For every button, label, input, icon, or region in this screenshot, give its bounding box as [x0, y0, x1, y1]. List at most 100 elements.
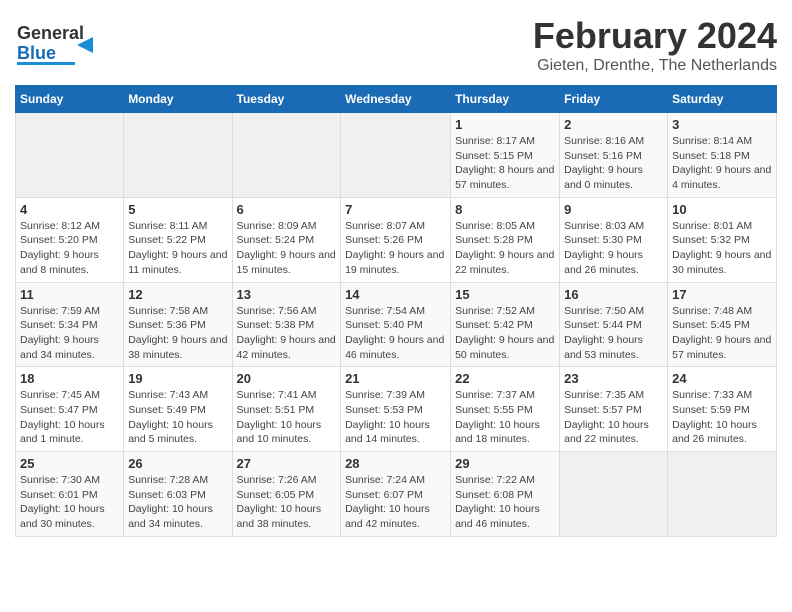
day-detail: Sunrise: 7:26 AMSunset: 6:05 PMDaylight:… [237, 473, 337, 532]
day-number: 15 [455, 287, 555, 302]
calendar-table: Sunday Monday Tuesday Wednesday Thursday… [15, 85, 777, 537]
header: General Blue February 2024 Gieten, Drent… [15, 15, 777, 75]
day-number: 13 [237, 287, 337, 302]
day-cell: 11 Sunrise: 7:59 AMSunset: 5:34 PMDaylig… [16, 282, 124, 367]
day-cell: 9 Sunrise: 8:03 AMSunset: 5:30 PMDayligh… [560, 197, 668, 282]
week-row-0: 1 Sunrise: 8:17 AMSunset: 5:15 PMDayligh… [16, 113, 777, 198]
day-number: 27 [237, 456, 337, 471]
day-detail: Sunrise: 8:01 AMSunset: 5:32 PMDaylight:… [672, 219, 772, 278]
day-number: 3 [672, 117, 772, 132]
day-number: 26 [128, 456, 227, 471]
day-detail: Sunrise: 7:59 AMSunset: 5:34 PMDaylight:… [20, 304, 119, 363]
day-number: 24 [672, 371, 772, 386]
day-detail: Sunrise: 8:11 AMSunset: 5:22 PMDaylight:… [128, 219, 227, 278]
title-area: February 2024 Gieten, Drenthe, The Nethe… [533, 15, 777, 75]
day-number: 21 [345, 371, 446, 386]
day-cell [232, 113, 341, 198]
day-detail: Sunrise: 7:48 AMSunset: 5:45 PMDaylight:… [672, 304, 772, 363]
day-number: 23 [564, 371, 663, 386]
day-detail: Sunrise: 8:03 AMSunset: 5:30 PMDaylight:… [564, 219, 663, 278]
day-detail: Sunrise: 7:30 AMSunset: 6:01 PMDaylight:… [20, 473, 119, 532]
month-title: February 2024 [533, 15, 777, 57]
day-detail: Sunrise: 8:14 AMSunset: 5:18 PMDaylight:… [672, 134, 772, 193]
day-cell: 10 Sunrise: 8:01 AMSunset: 5:32 PMDaylig… [668, 197, 777, 282]
day-number: 1 [455, 117, 555, 132]
day-number: 6 [237, 202, 337, 217]
svg-text:General: General [17, 23, 84, 43]
day-cell [124, 113, 232, 198]
day-cell: 8 Sunrise: 8:05 AMSunset: 5:28 PMDayligh… [451, 197, 560, 282]
day-number: 4 [20, 202, 119, 217]
day-cell: 19 Sunrise: 7:43 AMSunset: 5:49 PMDaylig… [124, 367, 232, 452]
col-wednesday: Wednesday [341, 86, 451, 113]
day-detail: Sunrise: 7:22 AMSunset: 6:08 PMDaylight:… [455, 473, 555, 532]
day-number: 22 [455, 371, 555, 386]
day-detail: Sunrise: 7:28 AMSunset: 6:03 PMDaylight:… [128, 473, 227, 532]
logo: General Blue [15, 15, 105, 70]
day-cell: 22 Sunrise: 7:37 AMSunset: 5:55 PMDaylig… [451, 367, 560, 452]
day-detail: Sunrise: 7:43 AMSunset: 5:49 PMDaylight:… [128, 388, 227, 447]
day-cell: 13 Sunrise: 7:56 AMSunset: 5:38 PMDaylig… [232, 282, 341, 367]
day-number: 5 [128, 202, 227, 217]
day-number: 16 [564, 287, 663, 302]
day-cell: 24 Sunrise: 7:33 AMSunset: 5:59 PMDaylig… [668, 367, 777, 452]
header-row: Sunday Monday Tuesday Wednesday Thursday… [16, 86, 777, 113]
day-cell: 23 Sunrise: 7:35 AMSunset: 5:57 PMDaylig… [560, 367, 668, 452]
day-cell: 4 Sunrise: 8:12 AMSunset: 5:20 PMDayligh… [16, 197, 124, 282]
day-detail: Sunrise: 8:17 AMSunset: 5:15 PMDaylight:… [455, 134, 555, 193]
day-number: 2 [564, 117, 663, 132]
day-cell: 3 Sunrise: 8:14 AMSunset: 5:18 PMDayligh… [668, 113, 777, 198]
day-detail: Sunrise: 7:37 AMSunset: 5:55 PMDaylight:… [455, 388, 555, 447]
week-row-4: 25 Sunrise: 7:30 AMSunset: 6:01 PMDaylig… [16, 452, 777, 537]
day-cell: 15 Sunrise: 7:52 AMSunset: 5:42 PMDaylig… [451, 282, 560, 367]
day-detail: Sunrise: 8:16 AMSunset: 5:16 PMDaylight:… [564, 134, 663, 193]
day-detail: Sunrise: 8:07 AMSunset: 5:26 PMDaylight:… [345, 219, 446, 278]
day-cell: 7 Sunrise: 8:07 AMSunset: 5:26 PMDayligh… [341, 197, 451, 282]
day-cell [560, 452, 668, 537]
day-cell: 12 Sunrise: 7:58 AMSunset: 5:36 PMDaylig… [124, 282, 232, 367]
day-detail: Sunrise: 7:41 AMSunset: 5:51 PMDaylight:… [237, 388, 337, 447]
day-cell: 29 Sunrise: 7:22 AMSunset: 6:08 PMDaylig… [451, 452, 560, 537]
day-detail: Sunrise: 7:45 AMSunset: 5:47 PMDaylight:… [20, 388, 119, 447]
day-cell: 2 Sunrise: 8:16 AMSunset: 5:16 PMDayligh… [560, 113, 668, 198]
day-detail: Sunrise: 8:12 AMSunset: 5:20 PMDaylight:… [20, 219, 119, 278]
day-number: 12 [128, 287, 227, 302]
day-detail: Sunrise: 7:35 AMSunset: 5:57 PMDaylight:… [564, 388, 663, 447]
col-sunday: Sunday [16, 86, 124, 113]
day-cell: 25 Sunrise: 7:30 AMSunset: 6:01 PMDaylig… [16, 452, 124, 537]
day-number: 19 [128, 371, 227, 386]
day-detail: Sunrise: 7:50 AMSunset: 5:44 PMDaylight:… [564, 304, 663, 363]
day-number: 25 [20, 456, 119, 471]
col-thursday: Thursday [451, 86, 560, 113]
col-tuesday: Tuesday [232, 86, 341, 113]
location-title: Gieten, Drenthe, The Netherlands [533, 57, 777, 75]
day-number: 11 [20, 287, 119, 302]
day-number: 29 [455, 456, 555, 471]
day-detail: Sunrise: 7:33 AMSunset: 5:59 PMDaylight:… [672, 388, 772, 447]
day-cell: 17 Sunrise: 7:48 AMSunset: 5:45 PMDaylig… [668, 282, 777, 367]
day-cell [668, 452, 777, 537]
day-number: 20 [237, 371, 337, 386]
day-cell: 28 Sunrise: 7:24 AMSunset: 6:07 PMDaylig… [341, 452, 451, 537]
day-detail: Sunrise: 7:56 AMSunset: 5:38 PMDaylight:… [237, 304, 337, 363]
day-cell: 21 Sunrise: 7:39 AMSunset: 5:53 PMDaylig… [341, 367, 451, 452]
day-detail: Sunrise: 7:54 AMSunset: 5:40 PMDaylight:… [345, 304, 446, 363]
day-detail: Sunrise: 7:39 AMSunset: 5:53 PMDaylight:… [345, 388, 446, 447]
day-cell: 5 Sunrise: 8:11 AMSunset: 5:22 PMDayligh… [124, 197, 232, 282]
day-number: 8 [455, 202, 555, 217]
day-cell: 18 Sunrise: 7:45 AMSunset: 5:47 PMDaylig… [16, 367, 124, 452]
week-row-3: 18 Sunrise: 7:45 AMSunset: 5:47 PMDaylig… [16, 367, 777, 452]
week-row-1: 4 Sunrise: 8:12 AMSunset: 5:20 PMDayligh… [16, 197, 777, 282]
day-number: 14 [345, 287, 446, 302]
day-detail: Sunrise: 7:52 AMSunset: 5:42 PMDaylight:… [455, 304, 555, 363]
day-cell: 20 Sunrise: 7:41 AMSunset: 5:51 PMDaylig… [232, 367, 341, 452]
day-number: 10 [672, 202, 772, 217]
day-number: 28 [345, 456, 446, 471]
day-cell: 14 Sunrise: 7:54 AMSunset: 5:40 PMDaylig… [341, 282, 451, 367]
day-detail: Sunrise: 7:24 AMSunset: 6:07 PMDaylight:… [345, 473, 446, 532]
day-cell: 16 Sunrise: 7:50 AMSunset: 5:44 PMDaylig… [560, 282, 668, 367]
day-cell: 27 Sunrise: 7:26 AMSunset: 6:05 PMDaylig… [232, 452, 341, 537]
day-cell [16, 113, 124, 198]
day-cell: 26 Sunrise: 7:28 AMSunset: 6:03 PMDaylig… [124, 452, 232, 537]
day-number: 17 [672, 287, 772, 302]
